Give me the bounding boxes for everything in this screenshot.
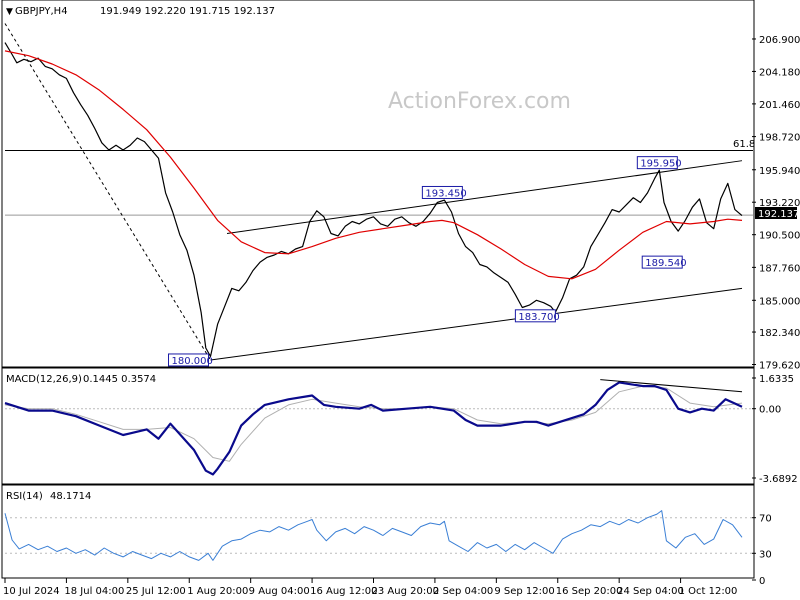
rsi-y-tick-label: 0 [759,576,765,587]
rsi-title: RSI(14) [6,491,43,502]
price-label: 183.700 [518,312,559,323]
axes-layer: 206.900204.180201.460198.720195.940193.2… [3,35,800,597]
macd-y-tick-label: -3.6892 [759,474,798,485]
macd-signal-line [4,385,743,462]
price-line [4,42,743,357]
x-tick-label: 23 Aug 20:00 [372,586,439,597]
ohlc-values: 191.949 192.220 191.715 192.137 [100,6,275,17]
x-tick-label: 1 Aug 20:00 [187,586,248,597]
price-layer: 180.000 193.450 183.700 195.950 189.540 [4,23,753,367]
price-y-tick-label: 195.940 [759,166,800,177]
fib-label: 61.8 [733,139,755,150]
price-y-tick-label: 187.760 [759,263,800,274]
price-y-tick-label: 198.720 [759,133,800,144]
price-label: 193.450 [425,188,466,199]
macd-title: MACD(12,26,9) [6,374,82,385]
price-label: 195.950 [640,159,681,170]
price-y-tick-label: 179.620 [759,361,800,372]
rsi-layer [4,510,753,561]
x-tick-label: 16 Sep 20:00 [556,586,623,597]
price-y-tick-label: 190.500 [759,231,800,242]
macd-line [4,381,743,476]
price-y-tick-label: 206.900 [759,35,800,46]
rsi-y-tick-label: 70 [759,514,772,525]
x-tick-label: 9 Sep 12:00 [494,586,554,597]
channel-lower-line [210,287,743,361]
x-tick-label: 16 Aug 12:00 [310,586,377,597]
price-label: 189.540 [645,258,686,269]
gbpjpy-chart: ActionForex.com ▼ GBPJPY,H4 191.949 192.… [1,0,800,597]
macd-y-tick-label: 1.6335 [759,374,794,385]
price-y-tick-label: 182.340 [759,328,800,339]
macd-y-tick-label: 0.00 [759,405,781,416]
x-tick-label: 25 Jul 12:00 [126,586,186,597]
x-tick-label: 10 Jul 2024 [3,586,60,597]
rsi-y-tick-label: 30 [759,549,772,560]
rsi-values: 48.1714 [50,491,91,502]
price-pane-frame [1,0,755,368]
symbol-timeframe: GBPJPY,H4 [15,6,68,17]
rsi-pane-frame [1,484,755,579]
x-tick-label: 18 Jul 04:00 [64,586,124,597]
current-price-text: 192.137 [758,209,799,220]
macd-values: 0.1445 0.3574 [83,374,156,385]
x-tick-label: 9 Aug 04:00 [249,586,310,597]
header-arrow-icon: ▼ [6,7,13,17]
x-tick-label: 1 Oct 12:00 [679,586,738,597]
macd-layer [4,379,753,476]
downtrend-dashed-line [4,23,211,361]
price-y-tick-label: 201.460 [759,100,800,111]
price-y-tick-label: 204.180 [759,67,800,78]
price-label: 180.000 [172,356,213,367]
x-tick-label: 2 Sep 04:00 [433,586,493,597]
x-tick-label: 24 Sep 04:00 [617,586,684,597]
moving-average-line [4,50,743,280]
watermark: ActionForex.com [388,89,571,114]
macd-trend-line [600,379,743,393]
price-y-tick-label: 185.000 [759,296,800,307]
